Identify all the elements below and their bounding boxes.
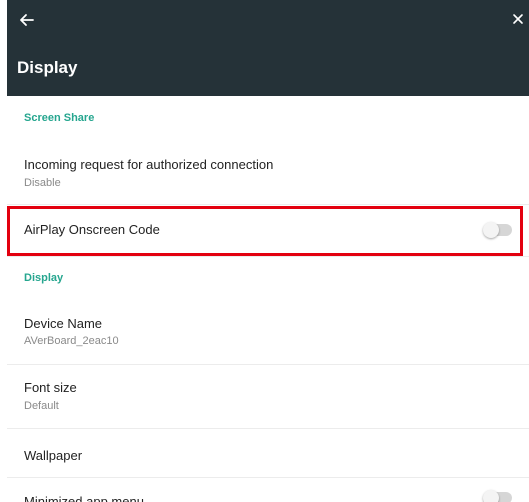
app-bar: Display [7,0,529,96]
device-name-row[interactable]: Device Name AVerBoard_2eac10 [7,302,529,365]
incoming-request-title: Incoming request for authorized connecti… [24,157,274,172]
close-icon[interactable] [510,11,526,27]
font-size-row[interactable]: Font size Default [7,365,529,429]
airplay-onscreen-code-row[interactable]: AirPlay Onscreen Code [7,205,529,257]
device-name-value: AVerBoard_2eac10 [24,335,119,347]
section-header-screen-share: Screen Share [24,112,95,124]
wallpaper-title: Wallpaper [24,448,83,463]
section-header-display: Display [24,272,64,284]
minimized-app-menu-title: Minimized app menu [24,494,144,502]
font-size-title: Font size [24,380,77,395]
airplay-onscreen-code-toggle[interactable] [483,222,512,238]
device-name-title: Device Name [24,316,103,331]
settings-window: Display Screen Share Incoming request fo… [7,0,529,502]
page-title: Display [17,58,78,77]
wallpaper-row[interactable]: Wallpaper [7,429,529,478]
minimized-app-menu-toggle[interactable] [483,490,512,502]
toggle-knob [483,222,499,238]
minimized-app-menu-row[interactable]: Minimized app menu [7,478,529,502]
toggle-knob [483,490,499,502]
incoming-request-row[interactable]: Incoming request for authorized connecti… [7,142,529,205]
font-size-value: Default [24,400,59,412]
back-arrow-icon[interactable] [17,10,37,30]
airplay-onscreen-code-title: AirPlay Onscreen Code [24,222,160,237]
incoming-request-value: Disable [24,177,61,189]
